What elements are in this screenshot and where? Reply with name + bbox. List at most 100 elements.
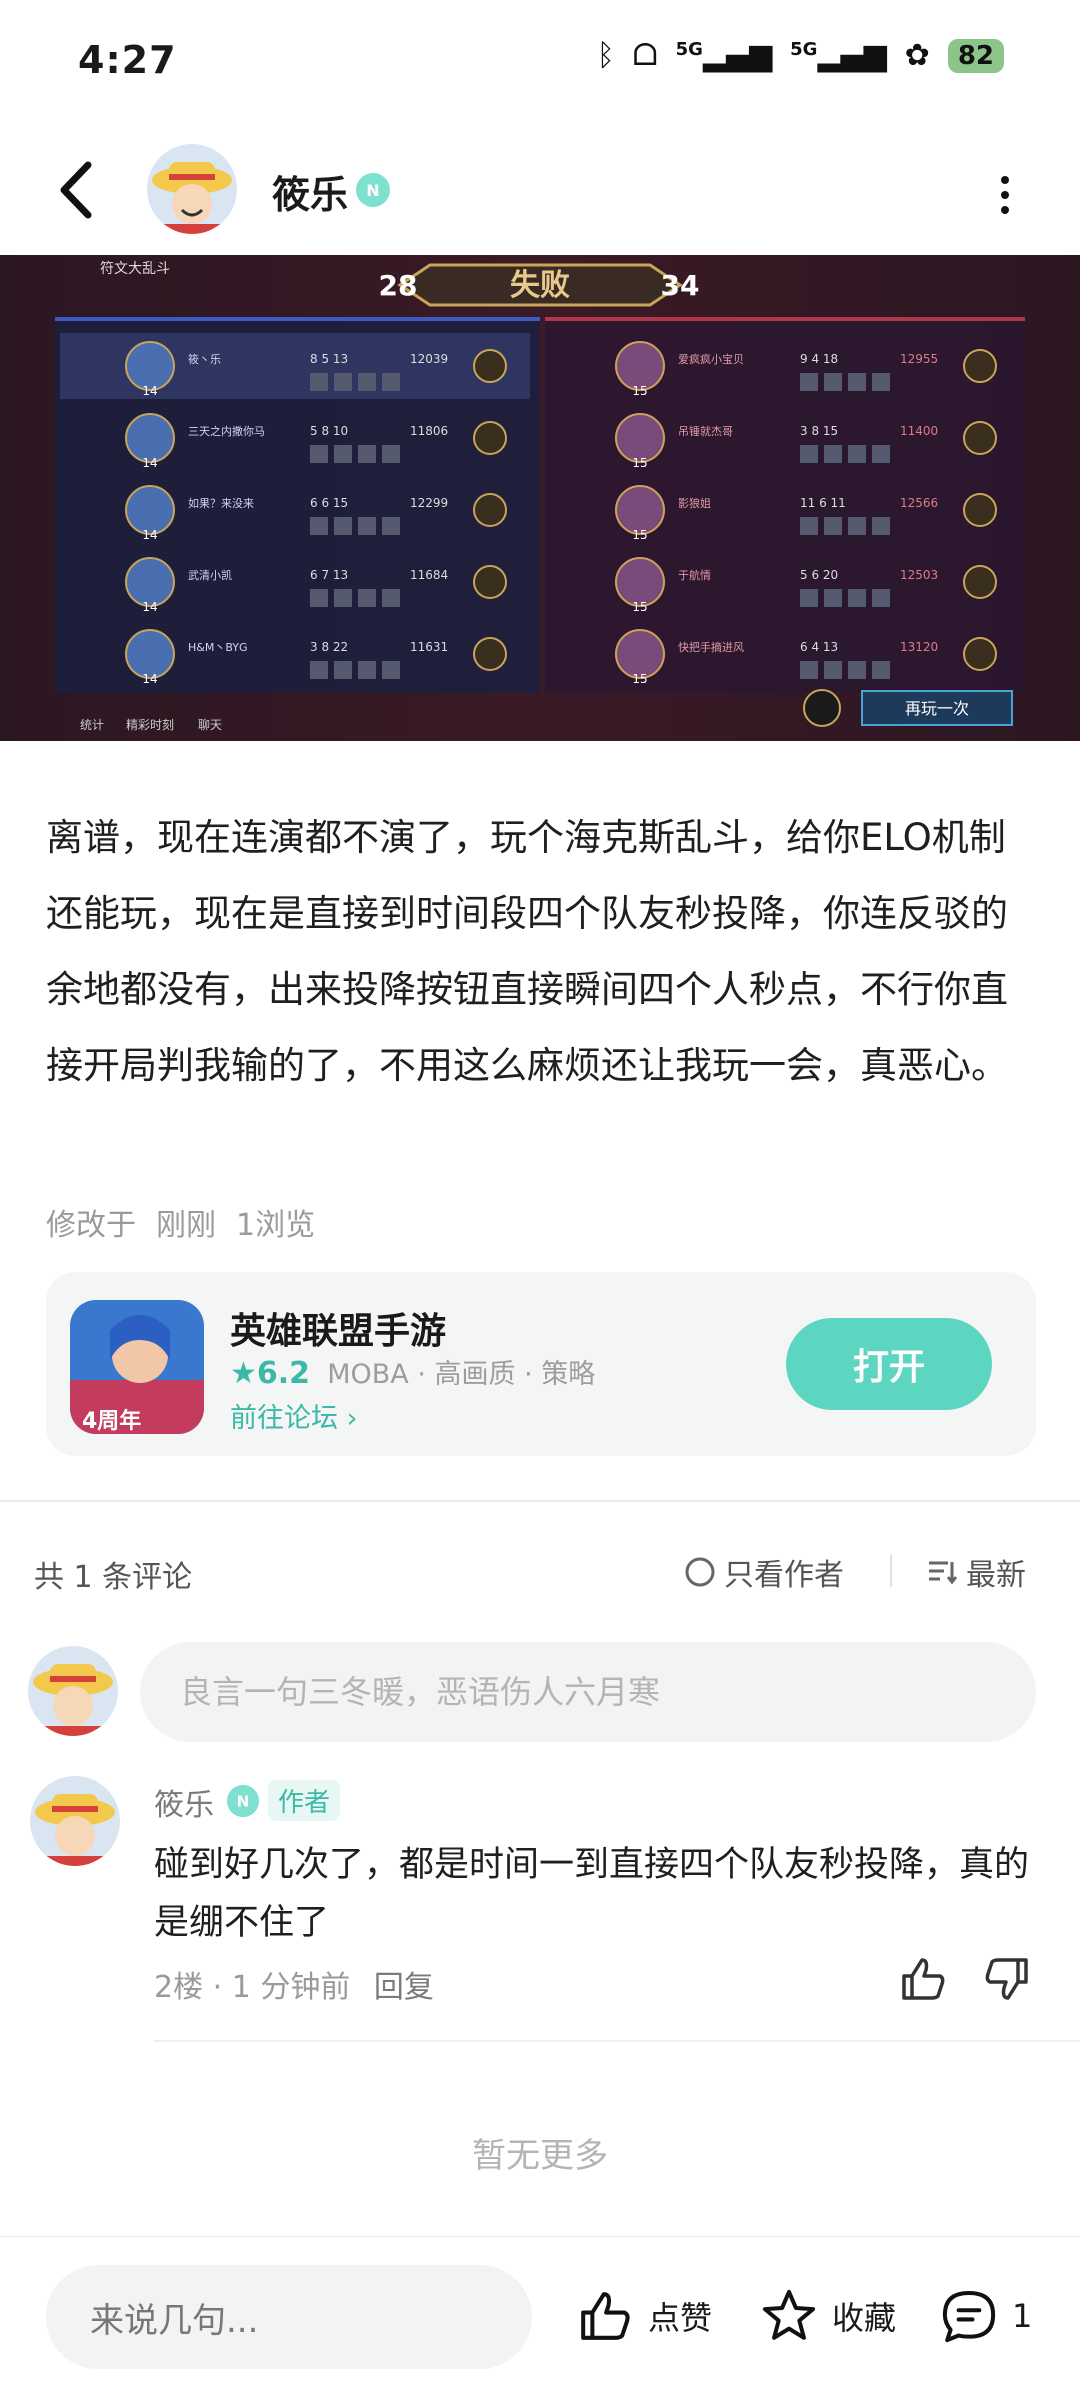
player-gold: 13120	[900, 640, 938, 654]
item-slot	[334, 445, 352, 463]
rank-badge-icon	[473, 637, 507, 671]
verified-n-badge-icon: N	[355, 172, 391, 208]
sort-latest-toggle[interactable]: 最新	[926, 1550, 1026, 1594]
player-kda: 5 8 10	[310, 424, 348, 438]
game-result-label: 失败	[510, 268, 570, 303]
item-slot	[872, 661, 890, 679]
bluetooth-icon: ᛒ	[596, 38, 615, 73]
item-slot	[334, 517, 352, 535]
player-name: 于航情	[678, 568, 711, 582]
tab-highlights: 精彩时刻	[126, 718, 174, 732]
comment-input[interactable]	[140, 1642, 1036, 1742]
player-name: 如果？来没来	[188, 496, 254, 510]
item-slot	[800, 661, 818, 679]
rank-badge-icon	[963, 565, 997, 599]
comment-button[interactable]: 1	[938, 2271, 1032, 2361]
player-gold: 12503	[900, 568, 938, 582]
rank-badge-icon	[473, 565, 507, 599]
player-level: 15	[632, 528, 647, 542]
rank-badge-icon	[963, 637, 997, 671]
comment-count: 1	[1012, 2297, 1033, 2335]
author-avatar[interactable]	[147, 144, 237, 234]
reply-button[interactable]: 回复	[374, 1970, 434, 2005]
champion-avatar	[615, 629, 665, 679]
app-rating-score: 6.2	[256, 1356, 311, 1391]
commenter-name[interactable]: 筱乐	[154, 1780, 214, 1824]
item-slot	[310, 517, 328, 535]
rank-badge-icon	[473, 421, 507, 455]
radio-circle-icon	[685, 1557, 715, 1587]
status-icons: ᛒ ᗝ 5G▂▄▆ 5G▂▄▆ ✿ 82	[597, 38, 1004, 73]
sort-icon	[929, 1561, 958, 1585]
rank-badge-icon	[963, 349, 997, 383]
player-gold: 11631	[410, 640, 448, 654]
item-slot	[358, 661, 376, 679]
rank-badge-icon	[963, 421, 997, 455]
player-kda: 3 8 15	[800, 424, 838, 438]
app-icon: 4周年	[70, 1300, 204, 1434]
battery-indicator: 82	[947, 38, 1004, 73]
item-slot	[358, 373, 376, 391]
item-slot	[358, 445, 376, 463]
forum-link[interactable]: 前往论坛 ›	[230, 1396, 357, 1435]
app-name: 英雄联盟手游	[230, 1311, 447, 1352]
bottom-comment-input[interactable]: 来说几句...	[46, 2265, 532, 2369]
item-slot	[824, 589, 842, 607]
player-gold: 11684	[410, 568, 448, 582]
author-name[interactable]: 筱乐	[272, 164, 348, 219]
item-slot	[872, 517, 890, 535]
player-name: 影狼姐	[678, 496, 711, 510]
comment-bubble-icon	[942, 2291, 996, 2343]
post-header: 筱乐 N	[0, 130, 1080, 255]
comment-dislike-button[interactable]	[980, 1952, 1034, 2006]
champion-avatar	[125, 413, 175, 463]
star-icon	[762, 2289, 816, 2340]
comment-like-button[interactable]	[896, 1952, 950, 2006]
item-slot	[334, 373, 352, 391]
player-kda: 11 6 11	[800, 496, 846, 510]
item-slot	[824, 517, 842, 535]
open-app-button[interactable]: 打开	[786, 1318, 992, 1410]
champion-avatar	[125, 485, 175, 535]
post-meta: 修改于 刚刚 1浏览	[46, 1200, 335, 1244]
game-scoreboard-svg: 符文大乱斗 失败 28 34 14 筱丶乐 8 5 13 12039 14 三天之内撒你马…	[0, 255, 1080, 741]
author-tag: 作者	[268, 1780, 341, 1821]
item-slot	[824, 373, 842, 391]
champion-avatar	[615, 413, 665, 463]
more-button[interactable]	[990, 170, 1020, 220]
chevron-right-icon: ›	[346, 1403, 358, 1434]
app-tags: MOBA · 高画质 · 策略	[327, 1359, 596, 1390]
like-button[interactable]: 点赞	[574, 2271, 712, 2361]
star-icon: ★	[230, 1356, 257, 1391]
signal-icon: 5G▂▄▆	[675, 38, 773, 73]
item-slot	[800, 517, 818, 535]
bottom-bar: 来说几句... 点赞 收藏 1	[0, 2236, 1080, 2400]
comment-floor: 2楼	[154, 1970, 204, 2005]
item-slot	[382, 589, 400, 607]
comment-divider	[154, 2040, 1080, 2042]
champion-avatar	[125, 341, 175, 391]
champion-avatar	[615, 557, 665, 607]
more-icon	[1001, 176, 1009, 214]
player-name: 爱疯疯小宝贝	[678, 352, 744, 366]
item-slot	[848, 373, 866, 391]
item-slot	[310, 445, 328, 463]
filter-separator	[890, 1555, 892, 1587]
player-level: 15	[632, 456, 647, 470]
player-name: 快把手摘进风	[678, 640, 744, 654]
item-slot	[824, 661, 842, 679]
player-gold: 12955	[900, 352, 938, 366]
author-only-toggle[interactable]: 只看作者	[684, 1550, 844, 1594]
back-button[interactable]	[48, 155, 108, 225]
post-image[interactable]: 符文大乱斗 失败 28 34 14 筱丶乐 8 5 13 12039 14 三天之内撒你马…	[0, 255, 1080, 741]
player-level: 15	[632, 600, 647, 614]
item-slot	[310, 589, 328, 607]
collect-button[interactable]: 收藏	[758, 2271, 896, 2361]
app-rating: ★6.2 MOBA · 高画质 · 策略	[230, 1352, 595, 1391]
champion-avatar	[125, 557, 175, 607]
item-slot	[848, 589, 866, 607]
player-name: 吊锤就杰哥	[678, 424, 733, 438]
commenter-avatar[interactable]	[30, 1776, 120, 1866]
app-card[interactable]: 4周年 英雄联盟手游 ★6.2 MOBA · 高画质 · 策略 前往论坛 › 打…	[46, 1272, 1036, 1456]
status-time: 4:27	[78, 38, 177, 82]
